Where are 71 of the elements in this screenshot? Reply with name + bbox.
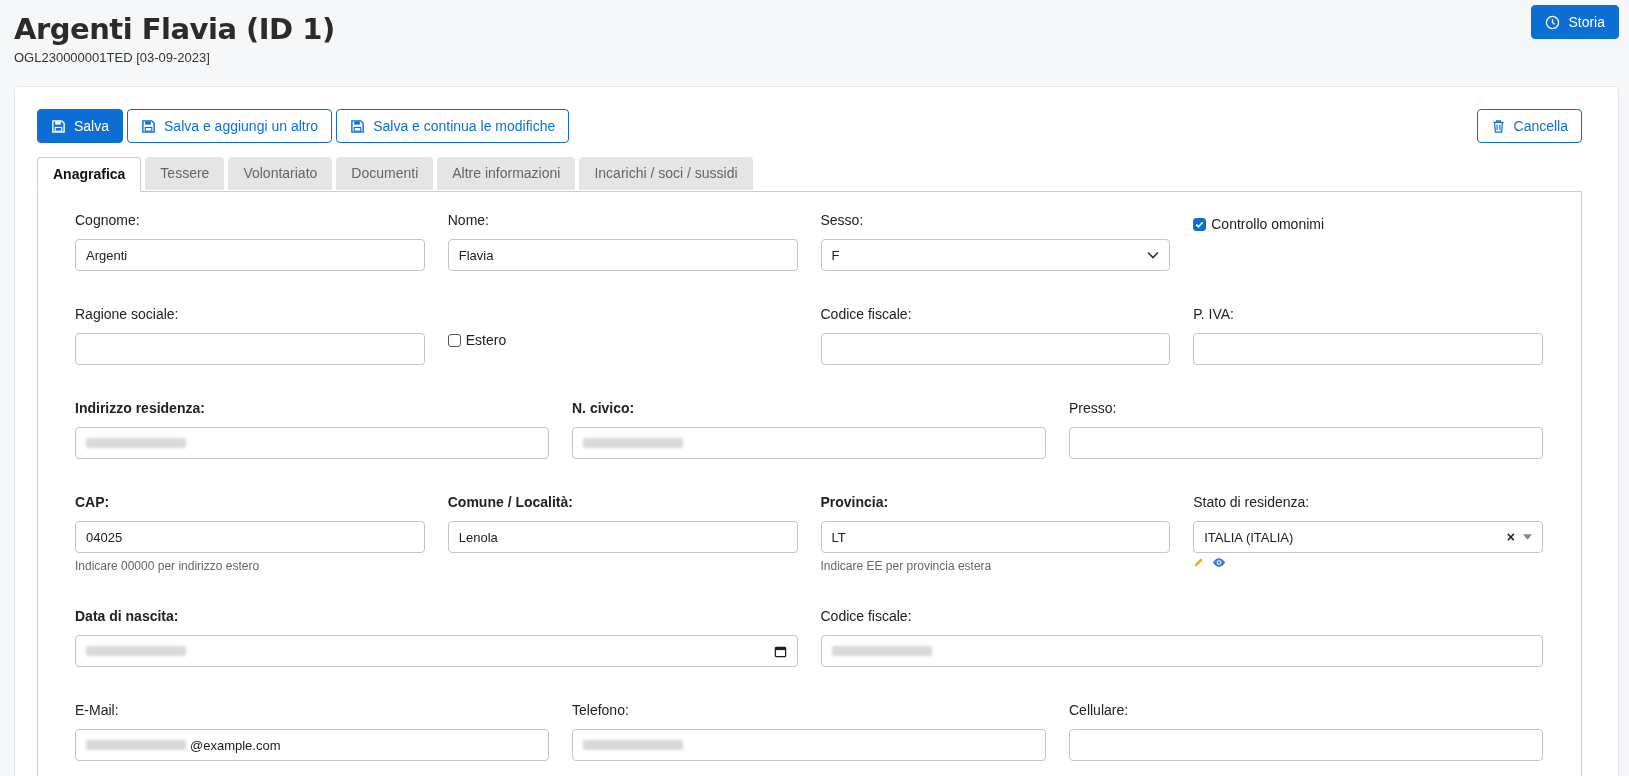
- save-button[interactable]: Salva: [37, 109, 124, 143]
- tab[interactable]: Tessere: [145, 157, 225, 190]
- delete-button[interactable]: Cancella: [1476, 109, 1582, 143]
- field-label: Ragione sociale:: [75, 306, 180, 322]
- input-field[interactable]: [75, 333, 425, 365]
- pencil-icon[interactable]: [1193, 557, 1205, 568]
- input-field[interactable]: F: [820, 239, 1171, 271]
- input-field[interactable]: [1193, 333, 1543, 365]
- input-field[interactable]: [75, 427, 549, 459]
- field-label: Presso:: [1069, 400, 1118, 416]
- field-value: @example.com: [190, 737, 281, 753]
- field-label: Indirizzo residenza:: [75, 400, 206, 416]
- input-field[interactable]: 04025: [75, 521, 425, 553]
- input-field[interactable]: Lenola: [447, 521, 798, 553]
- field-label: E-Mail:: [75, 702, 120, 718]
- field-label: P. IVA:: [1193, 306, 1235, 322]
- field-label: Cellulare:: [1069, 702, 1130, 718]
- field-label: CAP:: [75, 494, 111, 510]
- input-field[interactable]: [820, 635, 1543, 667]
- checkbox-label: Estero: [465, 332, 507, 348]
- clear-button[interactable]: ×: [1506, 529, 1515, 545]
- field-label: Provincia:: [820, 494, 890, 510]
- tab[interactable]: Volontariato: [228, 157, 333, 190]
- field-label: Data di nascita:: [75, 608, 180, 624]
- field-label: Stato di residenza:: [1193, 494, 1311, 510]
- field-value: F: [831, 247, 840, 263]
- input-field[interactable]: [75, 635, 798, 667]
- input-field[interactable]: ITALIA (ITALIA) ×: [1193, 521, 1543, 553]
- field-label: Cognome:: [75, 212, 141, 228]
- input-field[interactable]: @example.com: [75, 729, 549, 761]
- field-label: Comune / Località:: [447, 494, 574, 510]
- field-value: Lenola: [458, 529, 498, 545]
- input-field[interactable]: LT: [820, 521, 1171, 553]
- field-label: Codice fiscale:: [820, 306, 913, 322]
- field-value: 04025: [86, 529, 123, 545]
- input-field[interactable]: Argenti: [75, 239, 425, 271]
- input-field[interactable]: [572, 427, 1046, 459]
- clock-icon: [1545, 14, 1561, 30]
- tab[interactable]: Incarichi / soci / sussidi: [579, 157, 753, 190]
- field-label: Telefono:: [572, 702, 630, 718]
- save-button[interactable]: Salva e aggiungi un altro: [127, 109, 333, 143]
- input-field[interactable]: [572, 729, 1046, 761]
- field-value: ITALIA (ITALIA): [1204, 529, 1294, 545]
- help-text: Indicare 00000 per indirizzo estero: [75, 559, 261, 573]
- field-label: Sesso:: [820, 212, 865, 228]
- checkbox-label: Controllo omonimi: [1211, 216, 1325, 232]
- field-value: Argenti: [86, 247, 128, 263]
- field-label: Codice fiscale:: [820, 608, 913, 624]
- input-field[interactable]: Flavia: [447, 239, 798, 271]
- tab[interactable]: Altre informazioni: [437, 157, 576, 190]
- field-label: N. civico:: [572, 400, 636, 416]
- field-value: Flavia: [458, 247, 494, 263]
- tab[interactable]: Documenti: [336, 157, 434, 190]
- tab[interactable]: Anagrafica: [37, 157, 142, 192]
- input-field[interactable]: [1069, 427, 1543, 459]
- save-button[interactable]: Salva e continua le modifiche: [336, 109, 570, 143]
- input-field[interactable]: [820, 333, 1171, 365]
- history-button[interactable]: Storia: [1531, 5, 1619, 39]
- chevron-down-icon: [1147, 251, 1160, 259]
- checkbox[interactable]: [447, 333, 461, 347]
- record-code: OGL230000001TED [03-09-2023]: [14, 50, 211, 65]
- checkbox[interactable]: [1193, 217, 1207, 231]
- page-title: Argenti Flavia (ID 1): [14, 12, 335, 46]
- help-text: Indicare EE per provincia estera: [820, 559, 993, 573]
- field-label: Nome:: [447, 212, 490, 228]
- caret-down-icon: [1523, 534, 1532, 540]
- trash-icon: [1490, 118, 1506, 134]
- calendar-icon: [773, 644, 787, 658]
- input-field[interactable]: [1069, 729, 1543, 761]
- eye-icon[interactable]: [1212, 557, 1227, 568]
- field-value: LT: [831, 529, 846, 545]
